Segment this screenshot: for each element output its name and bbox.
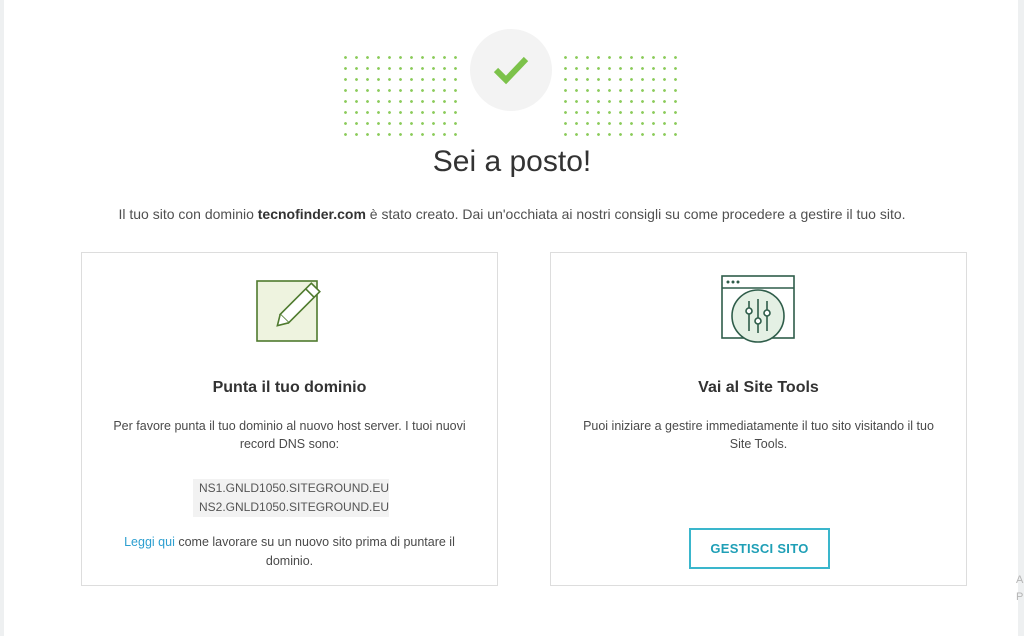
- note-suffix: come lavorare su un nuovo sito prima di …: [174, 535, 455, 568]
- site-tools-settings-icon: [719, 273, 799, 350]
- manage-site-button[interactable]: GESTISCI SITO: [689, 528, 830, 569]
- edge-text-line-1: A: [1016, 574, 1024, 586]
- subtitle-suffix: è stato creato. Dai un'occhiata ai nostr…: [365, 206, 906, 222]
- edit-note-icon: [254, 273, 326, 350]
- read-here-link[interactable]: Leggi qui: [124, 535, 175, 549]
- page-title: Sei a posto!: [432, 145, 592, 178]
- read-more-note: Leggi qui come lavorare su un nuovo sito…: [112, 533, 467, 571]
- card-title: Punta il tuo dominio: [212, 379, 367, 396]
- dns-records: NS1.GNLD1050.SITEGROUND.EU NS2.GNLD1050.…: [193, 479, 389, 517]
- edge-text-line-2: P: [1016, 591, 1024, 603]
- page-subtitle: Il tuo sito con dominio tecnofinder.com …: [0, 206, 1024, 222]
- card-description: Per favore punta il tuo dominio al nuovo…: [113, 419, 466, 451]
- success-check-icon: [470, 29, 552, 111]
- success-hero: [340, 26, 680, 144]
- dns-record-1: NS1.GNLD1050.SITEGROUND.EU: [199, 481, 390, 495]
- card-description: Puoi iniziare a gestire immediatamente i…: [583, 419, 934, 451]
- subtitle-prefix: Il tuo sito con dominio: [118, 206, 258, 222]
- card-title: Vai al Site Tools: [698, 379, 819, 396]
- point-domain-card: Punta il tuo dominio Per favore punta il…: [81, 252, 498, 586]
- site-tools-card: Vai al Site Tools Puoi iniziare a gestir…: [550, 252, 967, 586]
- domain-name: tecnofinder.com: [257, 206, 366, 222]
- edge-clipped-text: A P: [1016, 572, 1023, 606]
- dns-record-2: NS2.GNLD1050.SITEGROUND.EU: [199, 500, 390, 514]
